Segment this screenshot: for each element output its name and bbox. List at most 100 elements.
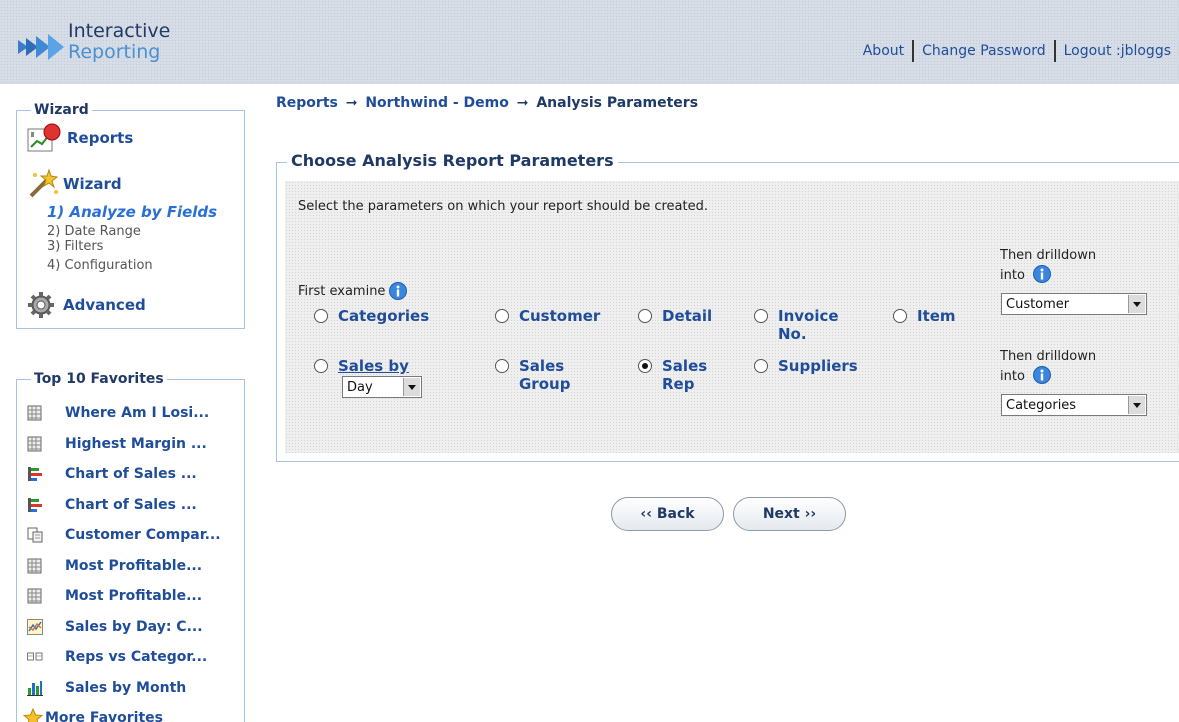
- favorite-label: Chart of Sales ...: [65, 466, 197, 483]
- logo-text-reporting: Reporting: [68, 41, 161, 63]
- option-invoice-no[interactable]: Invoice No.: [754, 307, 858, 343]
- favorites-panel-legend: Top 10 Favorites: [31, 371, 167, 387]
- favorites-panel: Top 10 Favorites Where Am I Losi... High…: [16, 371, 245, 722]
- option-detail-label: Detail: [662, 307, 713, 325]
- option-categories[interactable]: Categories: [314, 307, 429, 325]
- favorite-item[interactable]: Chart of Sales ...: [27, 459, 221, 490]
- favorite-item[interactable]: Most Profitable...: [27, 581, 221, 612]
- radio-item[interactable]: [893, 309, 907, 323]
- favorite-item[interactable]: Customer Compar...: [27, 520, 221, 551]
- logo-text-interactive: Interactive: [68, 20, 171, 42]
- more-favorites-label: More Favorites: [45, 710, 163, 722]
- panel-title: Choose Analysis Report Parameters: [287, 151, 618, 171]
- wizard-panel-legend: Wizard: [31, 102, 92, 118]
- advanced-nav-label: Advanced: [63, 296, 146, 314]
- radio-suppliers[interactable]: [754, 359, 768, 373]
- option-item[interactable]: Item: [893, 307, 956, 325]
- sales-by-select[interactable]: Day: [342, 376, 422, 398]
- radio-categories[interactable]: [314, 309, 328, 323]
- option-sales-by[interactable]: Sales by: [314, 357, 409, 375]
- breadcrumb-reports[interactable]: Reports: [276, 95, 338, 111]
- wizard-step-configuration: 4) Configuration: [47, 258, 153, 273]
- favorite-item[interactable]: Chart of Sales ...: [27, 490, 221, 521]
- next-button[interactable]: Next ››: [733, 497, 846, 531]
- breadcrumb-arrow: ➞: [516, 95, 529, 111]
- line-chart-icon: [27, 618, 43, 635]
- option-categories-label: Categories: [338, 307, 430, 325]
- gear-icon: [28, 292, 54, 318]
- radio-invoice-no[interactable]: [754, 309, 768, 323]
- first-examine-text: First examine: [298, 283, 386, 299]
- intro-text: Select the parameters on which your repo…: [298, 199, 709, 214]
- grid-report-icon: [27, 405, 42, 421]
- column-chart-icon: [27, 680, 43, 696]
- back-button[interactable]: ‹‹ Back: [611, 497, 724, 531]
- advanced-nav[interactable]: Advanced: [27, 291, 146, 319]
- info-icon[interactable]: [389, 282, 408, 300]
- favorite-item[interactable]: Sales by Day: C...: [27, 612, 221, 643]
- chevron-down-icon: [403, 378, 420, 396]
- drilldown-2-select-value: Categories: [1006, 397, 1077, 413]
- grid-report-icon: [27, 588, 42, 604]
- option-sales-group[interactable]: Sales Group: [495, 357, 579, 393]
- breadcrumb-arrow: ➞: [345, 95, 358, 111]
- more-favorites-link[interactable]: More Favorites: [23, 703, 221, 722]
- magic-wand-icon: [29, 169, 59, 198]
- drilldown-1-select[interactable]: Customer: [1001, 293, 1147, 315]
- favorite-label: Most Profitable...: [65, 588, 203, 605]
- about-link[interactable]: About: [855, 43, 912, 59]
- favorite-item[interactable]: Reps vs Categor...: [27, 642, 221, 673]
- drilldown-2-select[interactable]: Categories: [1001, 394, 1147, 416]
- change-password-link[interactable]: Change Password: [914, 43, 1053, 59]
- favorite-label: Most Profitable...: [65, 557, 203, 574]
- wizard-step-analyze[interactable]: 1) Analyze by Fields: [47, 203, 217, 222]
- drilldown-1-select-value: Customer: [1006, 296, 1070, 312]
- chevron-down-icon: [1128, 396, 1145, 414]
- sales-by-select-value: Day: [347, 379, 373, 395]
- option-sales-rep[interactable]: Sales Rep: [638, 357, 712, 393]
- favorite-item[interactable]: Highest Margin ...: [27, 429, 221, 460]
- pivot-icon: [27, 652, 43, 661]
- radio-customer[interactable]: [495, 309, 509, 323]
- wizard-nav[interactable]: Wizard: [27, 169, 122, 199]
- favorites-list: Where Am I Losi... Highest Margin ... Ch…: [23, 398, 221, 722]
- option-sales-by-label: Sales by: [338, 357, 409, 375]
- breadcrumb-northwind[interactable]: Northwind - Demo: [365, 95, 509, 111]
- favorite-label: Highest Margin ...: [65, 435, 207, 452]
- logo-arrows-icon: [18, 34, 64, 60]
- info-icon[interactable]: [1033, 265, 1052, 283]
- radio-sales-by[interactable]: [314, 359, 328, 373]
- option-suppliers[interactable]: Suppliers: [754, 357, 858, 375]
- panel-body: Select the parameters on which your repo…: [285, 181, 1179, 453]
- breadcrumb: Reports ➞ Northwind - Demo ➞ Analysis Pa…: [276, 95, 698, 111]
- drilldown-2-label: Then drilldown into: [1000, 347, 1120, 386]
- drilldown-1-label: Then drilldown into: [1000, 246, 1120, 285]
- radio-sales-group[interactable]: [495, 359, 509, 373]
- favorite-item[interactable]: Most Profitable...: [27, 551, 221, 582]
- logout-link[interactable]: Logout :jbloggs: [1056, 43, 1179, 59]
- breadcrumb-current: Analysis Parameters: [536, 95, 699, 111]
- favorite-label: Reps vs Categor...: [65, 649, 208, 666]
- radio-detail[interactable]: [638, 309, 652, 323]
- option-suppliers-label: Suppliers: [778, 357, 858, 375]
- option-sales-rep-label: Sales Rep: [662, 357, 708, 393]
- option-detail[interactable]: Detail: [638, 307, 712, 325]
- option-invoice-no-label: Invoice No.: [778, 307, 839, 343]
- chevron-down-icon: [1128, 295, 1145, 313]
- option-customer-label: Customer: [519, 307, 601, 325]
- bar-chart-icon: [28, 497, 42, 512]
- favorite-item[interactable]: Sales by Month: [27, 673, 221, 704]
- option-customer[interactable]: Customer: [495, 307, 600, 325]
- top-links: About Change Password Logout :jbloggs: [855, 40, 1179, 62]
- reports-icon: [27, 123, 61, 152]
- radio-sales-rep[interactable]: [638, 359, 652, 373]
- grid-report-icon: [27, 436, 42, 452]
- favorite-item[interactable]: Where Am I Losi...: [27, 398, 221, 429]
- favorite-label: Sales by Day: C...: [65, 618, 203, 635]
- wizard-steps: 1) Analyze by Fields 2) Date Range 3) Fi…: [47, 203, 217, 275]
- info-icon[interactable]: [1033, 366, 1052, 384]
- reports-nav[interactable]: Reports: [27, 123, 133, 153]
- wizard-nav-label: Wizard: [63, 175, 122, 193]
- wizard-panel: Wizard Reports Wizard 1) Analyze by Fiel…: [16, 102, 245, 329]
- reports-nav-label: Reports: [67, 129, 134, 147]
